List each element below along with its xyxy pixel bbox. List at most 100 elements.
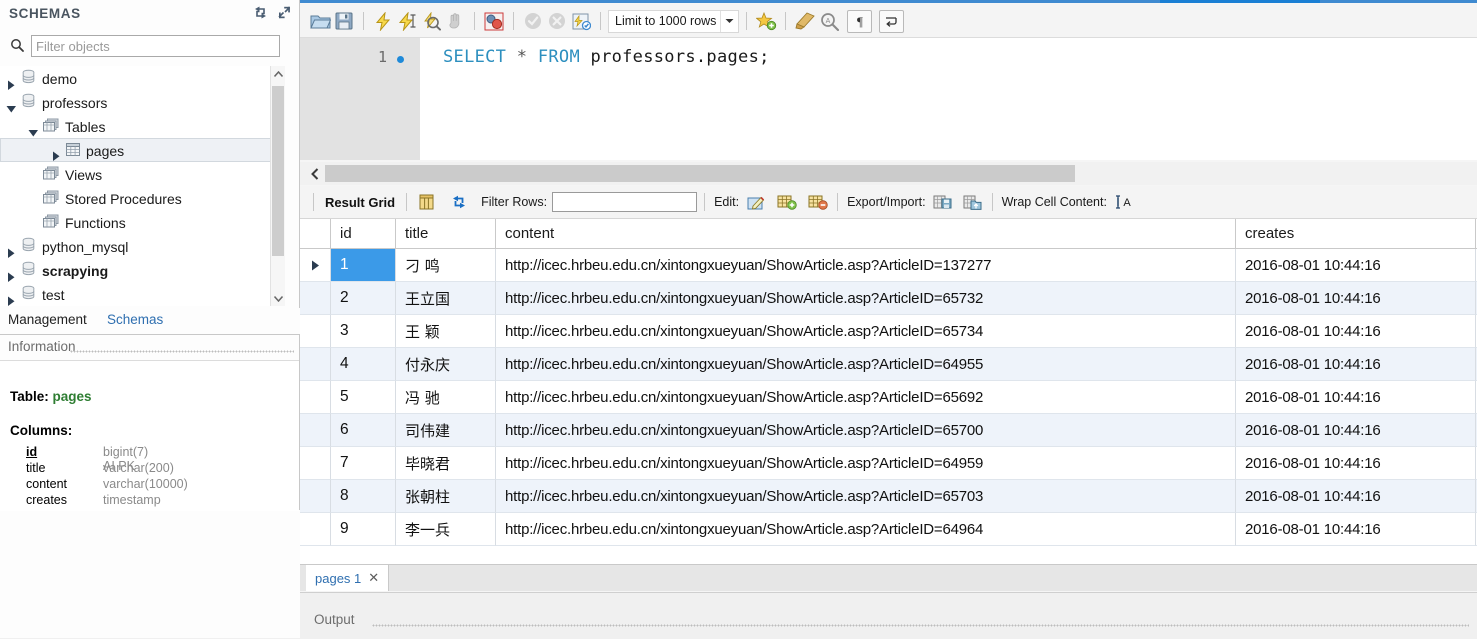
tree-item-views[interactable]: Views [0, 162, 283, 186]
tree-item-tables[interactable]: Tables [0, 114, 283, 138]
edit-cell-icon[interactable] [744, 191, 768, 214]
cell-content[interactable]: http://icec.hrbeu.edu.cn/xintongxueyuan/… [496, 249, 1236, 282]
chevron-right-icon[interactable] [6, 266, 17, 282]
table-row[interactable]: 3王 颖 http://icec.hrbeu.edu.cn/xintongxuey… [300, 315, 1477, 348]
beautify-icon[interactable] [793, 10, 817, 33]
scrollbar-thumb[interactable] [272, 86, 284, 256]
chevron-down-icon[interactable] [720, 10, 738, 32]
explain-icon[interactable] [419, 10, 443, 33]
row-marker[interactable] [300, 282, 331, 315]
cell-title[interactable]: 王立国 [396, 282, 496, 315]
tree-item-demo[interactable]: demo [0, 66, 283, 90]
chevron-right-icon[interactable] [51, 146, 62, 161]
execute-icon[interactable] [371, 10, 395, 33]
tree-item-python_mysql[interactable]: python_mysql [0, 234, 283, 258]
save-script-icon[interactable] [332, 10, 356, 33]
execute-current-icon[interactable] [395, 10, 419, 33]
cell-content[interactable]: http://icec.hrbeu.edu.cn/xintongxueyuan/… [496, 480, 1236, 513]
column-header-content[interactable]: content [496, 219, 1236, 248]
auto-commit-icon[interactable] [569, 10, 593, 33]
row-marker[interactable] [300, 249, 331, 282]
row-marker[interactable] [300, 480, 331, 513]
hscrollbar-thumb[interactable] [325, 165, 1075, 182]
scroll-left-icon[interactable] [306, 165, 324, 182]
chevron-right-icon[interactable] [6, 290, 17, 306]
close-icon[interactable]: ✕ [368, 570, 379, 586]
tree-item-stored-procedures[interactable]: Stored Procedures [0, 186, 283, 210]
tree-item-scrapying[interactable]: scrapying [0, 258, 283, 282]
sql-statement[interactable]: SELECT * FROM professors.pages; [443, 47, 770, 67]
column-header-title[interactable]: title [396, 219, 496, 248]
table-row[interactable]: 9 李一兵 http://icec.hrbeu.edu.cn/xintongxuey… [300, 513, 1477, 546]
import-icon[interactable] [961, 191, 985, 214]
delete-row-icon[interactable] [806, 191, 830, 214]
schema-tree[interactable]: demo professors Tables pages Views Stored Pro… [0, 66, 283, 306]
row-marker[interactable] [300, 447, 331, 480]
tree-item-professors[interactable]: professors [0, 90, 283, 114]
table-row[interactable]: 5冯 驰 http://icec.hrbeu.edu.cn/xintongxuey… [300, 381, 1477, 414]
result-tab-pages[interactable]: pages 1 ✕ [306, 565, 390, 591]
find-icon[interactable]: A [817, 10, 841, 33]
cell-title[interactable]: 张朝柱 [396, 480, 496, 513]
cell-creates[interactable]: 2016-08-01 10:44:16 [1236, 315, 1476, 348]
cell-title[interactable]: 李一兵 [396, 513, 496, 546]
cell-content[interactable]: http://icec.hrbeu.edu.cn/xintongxueyuan/… [496, 282, 1236, 315]
row-marker[interactable] [300, 315, 331, 348]
limit-rows-dropdown[interactable]: Limit to 1000 rows [608, 9, 740, 33]
cell-content[interactable]: http://icec.hrbeu.edu.cn/xintongxueyuan/… [496, 348, 1236, 381]
cell-content[interactable]: http://icec.hrbeu.edu.cn/xintongxueyuan/… [496, 414, 1236, 447]
chevron-down-icon[interactable] [6, 98, 17, 113]
cell-creates[interactable]: 2016-08-01 10:44:16 [1236, 381, 1476, 414]
row-marker[interactable] [300, 381, 331, 414]
invisible-chars-icon[interactable]: ¶ [847, 9, 873, 33]
new-snippet-icon[interactable] [754, 10, 778, 33]
grid-view-icon[interactable] [414, 191, 438, 214]
refresh-grid-icon[interactable] [447, 191, 471, 214]
cell-content[interactable]: http://icec.hrbeu.edu.cn/xintongxueyuan/… [496, 315, 1236, 348]
cell-id[interactable]: 1 [331, 249, 396, 282]
table-row[interactable]: 7 毕晓君 http://icec.hrbeu.edu.cn/xintongxuey… [300, 447, 1477, 480]
result-grid[interactable]: id title content creates 1 刁 鸣 http://icec.hrb… [300, 219, 1477, 564]
collapse-icon[interactable] [278, 6, 291, 22]
cell-title[interactable]: 付永庆 [396, 348, 496, 381]
row-marker[interactable] [300, 414, 331, 447]
chevron-right-icon[interactable] [6, 74, 17, 90]
cell-content[interactable]: http://icec.hrbeu.edu.cn/xintongxueyuan/… [496, 447, 1236, 480]
table-row[interactable]: 6 司伟建 http://icec.hrbeu.edu.cn/xintongxuey… [300, 414, 1477, 447]
cell-title[interactable]: 司伟建 [396, 414, 496, 447]
tree-item-pages[interactable]: pages [0, 138, 283, 162]
tree-item-functions[interactable]: Functions [0, 210, 283, 234]
filter-rows-input[interactable] [552, 192, 698, 212]
cell-creates[interactable]: 2016-08-01 10:44:16 [1236, 513, 1476, 546]
editor-hscrollbar[interactable] [300, 162, 1477, 185]
cell-id[interactable]: 4 [331, 348, 396, 381]
wrap-cell-icon[interactable]: A [1112, 191, 1136, 214]
toggle-commit-icon[interactable] [482, 10, 506, 33]
cell-id[interactable]: 5 [331, 381, 396, 414]
cell-content[interactable]: http://icec.hrbeu.edu.cn/xintongxueyuan/… [496, 513, 1236, 546]
filter-objects-input[interactable] [31, 35, 280, 57]
cell-id[interactable]: 2 [331, 282, 396, 315]
panel-tab-management[interactable]: Management [8, 312, 87, 327]
panel-tabs[interactable]: Management Schemas [0, 308, 300, 335]
export-icon[interactable] [931, 191, 955, 214]
table-row[interactable]: 2 王立国 http://icec.hrbeu.edu.cn/xintongxuey… [300, 282, 1477, 315]
cell-title[interactable]: 王 颖 [396, 315, 496, 348]
insert-row-icon[interactable] [775, 191, 799, 214]
table-row[interactable]: 8 张朝柱 http://icec.hrbeu.edu.cn/xintongxuey… [300, 480, 1477, 513]
chevron-down-icon[interactable] [28, 122, 39, 137]
chevron-right-icon[interactable] [6, 242, 17, 258]
cell-title[interactable]: 刁 鸣 [396, 249, 496, 282]
cell-creates[interactable]: 2016-08-01 10:44:16 [1236, 414, 1476, 447]
cell-creates[interactable]: 2016-08-01 10:44:16 [1236, 249, 1476, 282]
table-row[interactable]: 4 付永庆 http://icec.hrbeu.edu.cn/xintongxuey… [300, 348, 1477, 381]
cell-title[interactable]: 毕晓君 [396, 447, 496, 480]
scroll-up-icon[interactable] [271, 66, 285, 82]
refresh-icon[interactable] [253, 6, 268, 22]
row-marker[interactable] [300, 348, 331, 381]
scroll-down-icon[interactable] [271, 290, 285, 306]
tree-item-test[interactable]: test [0, 282, 283, 306]
open-script-icon[interactable] [308, 10, 332, 33]
cell-content[interactable]: http://icec.hrbeu.edu.cn/xintongxueyuan/… [496, 381, 1236, 414]
column-header-creates[interactable]: creates [1236, 219, 1476, 248]
